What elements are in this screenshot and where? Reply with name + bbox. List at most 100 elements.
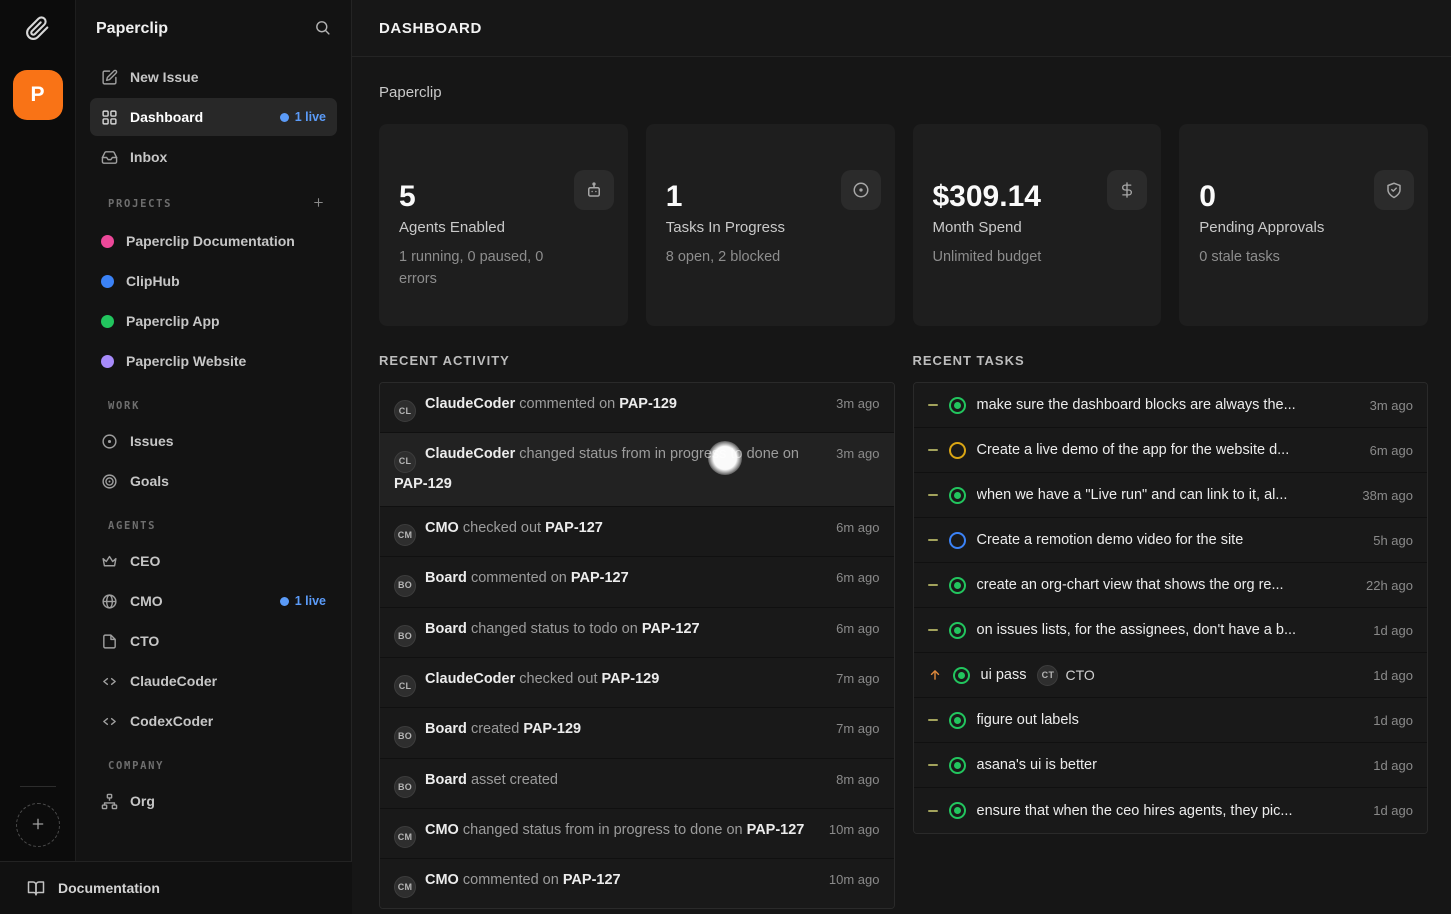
- sidebar-item-codexcoder[interactable]: CodexCoder: [90, 702, 337, 740]
- sidebar-item-cto[interactable]: CTO: [90, 622, 337, 660]
- activity-action: checked out: [519, 671, 597, 687]
- avatar: CM: [394, 876, 416, 898]
- activity-text: BOBoard created PAP-129: [394, 718, 822, 747]
- activity-item[interactable]: CMCMO checked out PAP-127 6m ago: [380, 507, 894, 557]
- issues-icon: [101, 433, 118, 450]
- task-item[interactable]: Create a remotion demo video for the sit…: [914, 518, 1428, 563]
- task-item[interactable]: ensure that when the ceo hires agents, t…: [914, 788, 1428, 833]
- sidebar-item-project[interactable]: Paperclip App: [90, 302, 337, 340]
- status-done-icon: [949, 622, 966, 639]
- task-item[interactable]: figure out labels 1d ago: [914, 698, 1428, 743]
- activity-item[interactable]: CLClaudeCoder checked out PAP-129 7m ago: [380, 658, 894, 708]
- task-item[interactable]: make sure the dashboard blocks are alway…: [914, 383, 1428, 428]
- avatar: CL: [394, 451, 416, 473]
- add-project-button[interactable]: [312, 196, 325, 212]
- task-assignee: CT CTO: [1037, 665, 1094, 686]
- task-time: 1d ago: [1373, 803, 1413, 818]
- documentation-link[interactable]: Documentation: [0, 861, 352, 914]
- priority-medium-icon: [928, 539, 938, 541]
- stat-label: Pending Approvals: [1199, 219, 1408, 236]
- priority-medium-icon: [928, 810, 938, 812]
- assignee-name: CTO: [1065, 667, 1094, 683]
- task-item[interactable]: asana's ui is better 1d ago: [914, 743, 1428, 788]
- sidebar-item-cmo[interactable]: CMO 1 live: [90, 582, 337, 620]
- activity-time: 10m ago: [829, 869, 880, 887]
- recent-activity-title: RECENT ACTIVITY: [379, 353, 895, 368]
- activity-item[interactable]: BOBoard created PAP-129 7m ago: [380, 708, 894, 758]
- activity-time: 6m ago: [836, 567, 879, 585]
- sidebar-item-org[interactable]: Org: [90, 782, 337, 820]
- task-time: 1d ago: [1373, 668, 1413, 683]
- stat-card-spend[interactable]: $309.14 Month Spend Unlimited budget: [913, 124, 1162, 326]
- sidebar-item-goals[interactable]: Goals: [90, 462, 337, 500]
- task-title: Create a live demo of the app for the we…: [977, 442, 1290, 458]
- task-time: 38m ago: [1362, 488, 1413, 503]
- sidebar-item-label: CMO: [130, 593, 163, 609]
- sidebar-item-dashboard[interactable]: Dashboard 1 live: [90, 98, 337, 136]
- activity-actor: ClaudeCoder: [425, 671, 515, 687]
- recent-activity-panel: RECENT ACTIVITY CLClaudeCoder commented …: [379, 353, 895, 909]
- avatar: CL: [394, 400, 416, 422]
- priority-medium-icon: [928, 629, 938, 631]
- activity-time: 6m ago: [836, 517, 879, 535]
- globe-icon: [101, 593, 118, 610]
- activity-actor: ClaudeCoder: [425, 396, 515, 412]
- task-time: 6m ago: [1370, 443, 1413, 458]
- dashboard-content: Paperclip 5 Agents Enabled 1 running, 0 …: [352, 57, 1451, 914]
- topbar: DASHBOARD: [352, 0, 1451, 57]
- activity-actor: Board: [425, 570, 467, 586]
- recent-tasks-panel: RECENT TASKS make sure the dashboard blo…: [913, 353, 1429, 909]
- priority-medium-icon: [928, 764, 938, 766]
- stats-grid: 5 Agents Enabled 1 running, 0 paused, 0 …: [379, 124, 1428, 326]
- task-title: asana's ui is better: [977, 757, 1097, 773]
- avatar: CM: [394, 524, 416, 546]
- sidebar-item-claudecoder[interactable]: ClaudeCoder: [90, 662, 337, 700]
- sidebar-item-label: Paperclip App: [126, 313, 220, 329]
- task-item[interactable]: Create a live demo of the app for the we…: [914, 428, 1428, 473]
- task-title: on issues lists, for the assignees, don'…: [977, 622, 1297, 638]
- add-org-button[interactable]: [16, 803, 60, 847]
- sidebar-item-project[interactable]: Paperclip Website: [90, 342, 337, 380]
- sidebar-item-label: Issues: [130, 433, 174, 449]
- activity-item[interactable]: CMCMO commented on PAP-127 10m ago: [380, 859, 894, 908]
- priority-medium-icon: [928, 404, 938, 406]
- search-button[interactable]: [314, 19, 331, 39]
- sidebar-item-inbox[interactable]: Inbox: [90, 138, 337, 176]
- activity-item[interactable]: BOBoard asset created 8m ago: [380, 759, 894, 809]
- stat-card-agents[interactable]: 5 Agents Enabled 1 running, 0 paused, 0 …: [379, 124, 628, 326]
- sidebar-item-label: Dashboard: [130, 109, 203, 125]
- activity-item[interactable]: CLClaudeCoder commented on PAP-129 3m ag…: [380, 383, 894, 433]
- sidebar-item-project[interactable]: ClipHub: [90, 262, 337, 300]
- status-done-icon: [949, 577, 966, 594]
- stat-card-tasks[interactable]: 1 Tasks In Progress 8 open, 2 blocked: [646, 124, 895, 326]
- org-avatar[interactable]: P: [13, 70, 63, 120]
- sidebar-item-project[interactable]: Paperclip Documentation: [90, 222, 337, 260]
- task-time: 1d ago: [1373, 758, 1413, 773]
- plus-icon: [30, 816, 46, 835]
- status-done-icon: [949, 397, 966, 414]
- task-time: 1d ago: [1373, 713, 1413, 728]
- task-item[interactable]: ui pass CT CTO 1d ago: [914, 653, 1428, 698]
- task-item[interactable]: on issues lists, for the assignees, don'…: [914, 608, 1428, 653]
- sidebar-item-ceo[interactable]: CEO: [90, 542, 337, 580]
- activity-item[interactable]: BOBoard commented on PAP-127 6m ago: [380, 557, 894, 607]
- task-title: ui pass: [981, 667, 1027, 683]
- task-item[interactable]: create an org-chart view that shows the …: [914, 563, 1428, 608]
- activity-item[interactable]: CMCMO changed status from in progress to…: [380, 809, 894, 859]
- app-root: P Paperclip New Is: [0, 0, 1451, 914]
- section-label-text: COMPANY: [108, 760, 164, 772]
- stat-card-approvals[interactable]: 0 Pending Approvals 0 stale tasks: [1179, 124, 1428, 326]
- activity-item[interactable]: BOBoard changed status to todo on PAP-12…: [380, 608, 894, 658]
- paperclip-logo-icon[interactable]: [25, 16, 50, 46]
- panels: RECENT ACTIVITY CLClaudeCoder commented …: [379, 353, 1428, 909]
- activity-actor: Board: [425, 721, 467, 737]
- task-item[interactable]: when we have a "Live run" and can link t…: [914, 473, 1428, 518]
- live-badge-label: 1 live: [295, 594, 326, 608]
- activity-item[interactable]: CLClaudeCoder changed status from in pro…: [380, 433, 894, 507]
- sidebar-item-issues[interactable]: Issues: [90, 422, 337, 460]
- activity-text: CLClaudeCoder commented on PAP-129: [394, 393, 822, 422]
- status-done-icon: [953, 667, 970, 684]
- sidebar-item-new-issue[interactable]: New Issue: [90, 58, 337, 96]
- activity-ref: PAP-127: [571, 570, 629, 586]
- activity-actor: CMO: [425, 822, 459, 838]
